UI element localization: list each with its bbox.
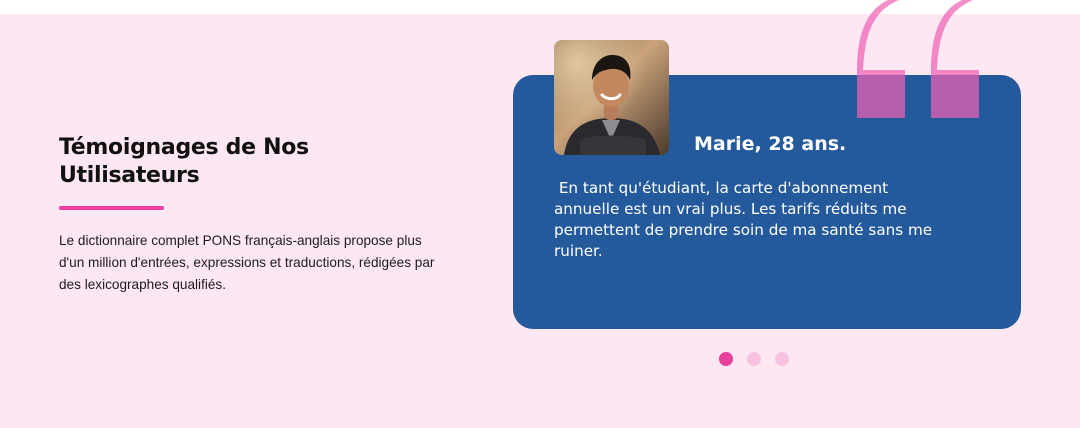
- author-avatar: [554, 40, 669, 155]
- carousel-dot-1[interactable]: [719, 352, 733, 366]
- quote-mark-icon: [929, 0, 979, 118]
- carousel-dot-2[interactable]: [747, 352, 761, 366]
- section-description: Le dictionnaire complet PONS français-an…: [59, 233, 435, 292]
- testimonials-intro: Témoignages de Nos Utilisateurs Le dicti…: [59, 134, 459, 296]
- testimonial-carousel: Marie, 28 ans. En tant qu'étudiant, la c…: [513, 0, 1033, 428]
- heading-accent-line: [59, 206, 164, 210]
- carousel-pagination: [719, 352, 789, 366]
- section-heading: Témoignages de Nos Utilisateurs: [59, 135, 309, 188]
- testimonial-author: Marie, 28 ans.: [694, 133, 847, 155]
- testimonial-quote: En tant qu'étudiant, la carte d'abonneme…: [554, 179, 937, 260]
- quote-mark-icon: [855, 0, 905, 118]
- carousel-dot-3[interactable]: [775, 352, 789, 366]
